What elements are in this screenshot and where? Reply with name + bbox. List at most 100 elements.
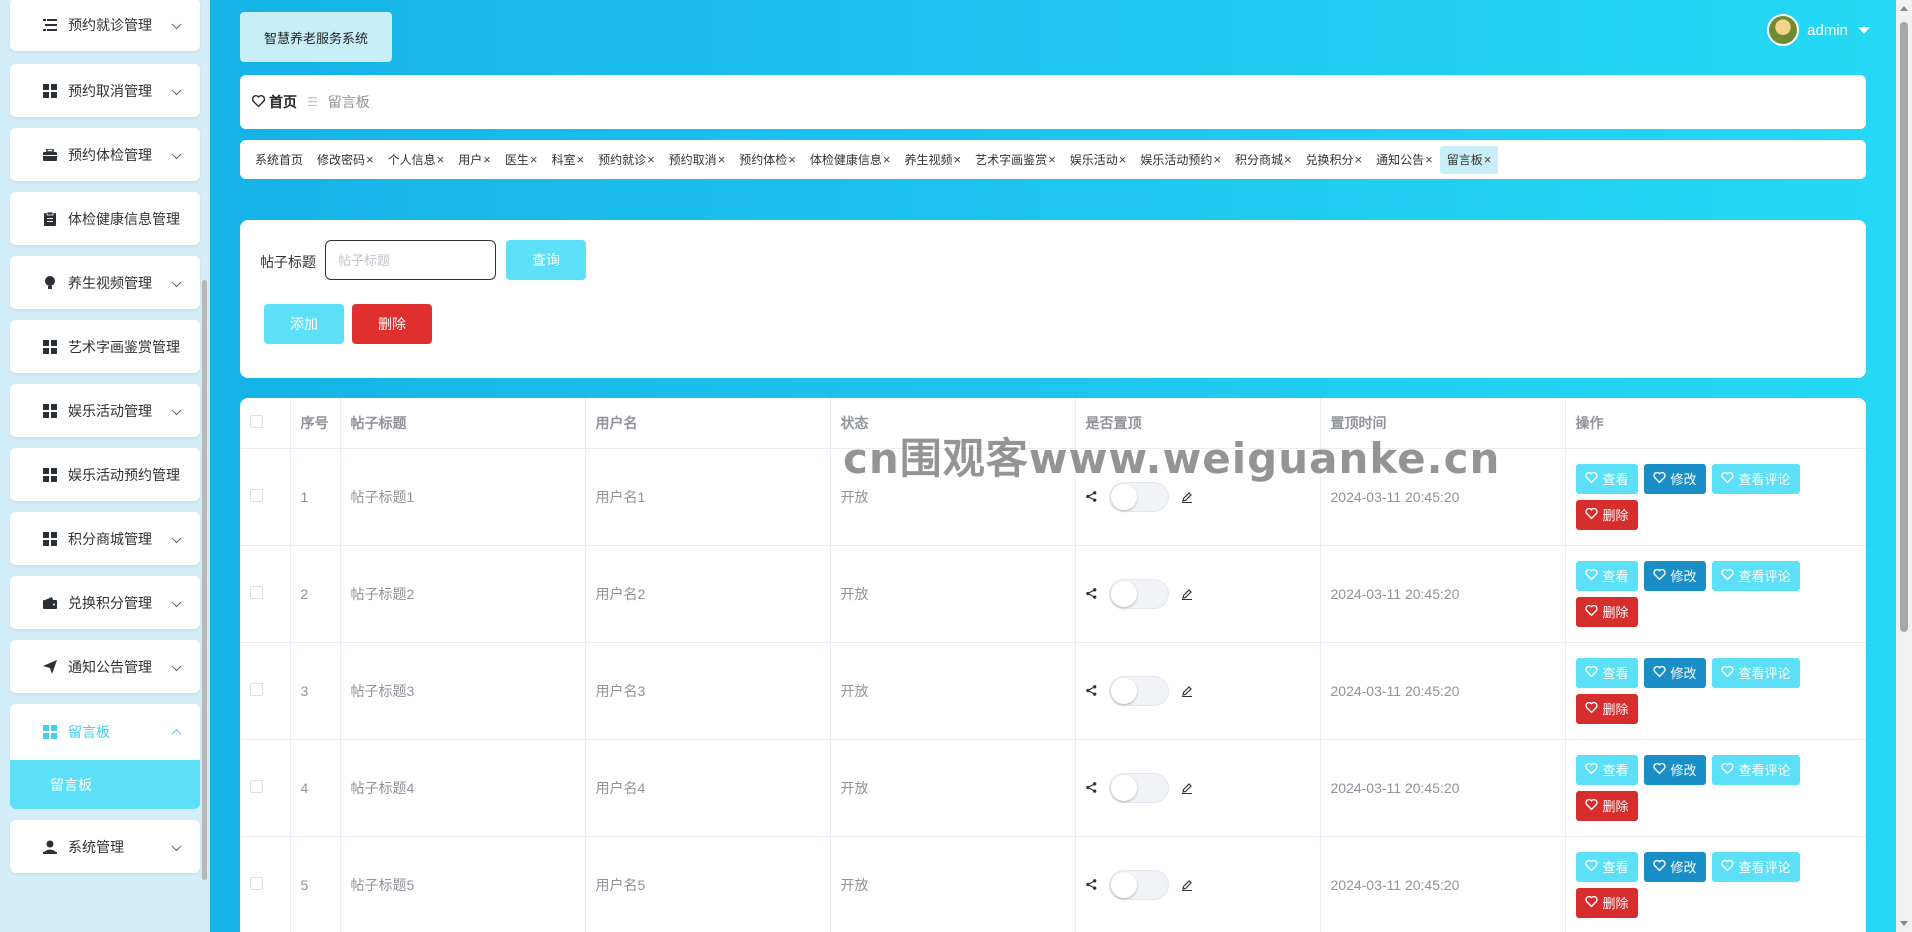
delete-button[interactable]: 删除	[1575, 887, 1638, 918]
delete-button[interactable]: 删除	[1575, 596, 1638, 627]
scroll-down-arrow-icon[interactable]	[1900, 921, 1908, 926]
sidebar-item-entertainment-booking[interactable]: 娱乐活动预约管理	[10, 448, 200, 501]
close-icon[interactable]: ×	[647, 152, 655, 167]
page-scrollbar[interactable]	[1896, 0, 1912, 932]
delete-button[interactable]: 删除	[1575, 790, 1638, 821]
tab-10[interactable]: 养生视频 ×	[898, 146, 969, 174]
tab-11[interactable]: 艺术字画鉴赏 ×	[968, 146, 1063, 174]
close-icon[interactable]: ×	[576, 152, 584, 167]
pin-toggle[interactable]	[1108, 675, 1169, 706]
tab-0[interactable]: 系统首页	[248, 146, 310, 174]
edit-pen-icon[interactable]	[1181, 782, 1193, 794]
sidebar-item-appointment[interactable]: 预约就诊管理	[10, 0, 200, 51]
close-icon[interactable]: ×	[1119, 152, 1127, 167]
view-comments-button[interactable]: 查看评论	[1711, 657, 1800, 688]
delete-button[interactable]: 删除	[1575, 693, 1638, 724]
query-button[interactable]: 查询	[506, 240, 586, 280]
batch-delete-button[interactable]: 删除	[352, 304, 432, 344]
view-button[interactable]: 查看	[1575, 560, 1638, 591]
pin-toggle[interactable]	[1108, 772, 1169, 803]
view-button[interactable]: 查看	[1575, 657, 1638, 688]
breadcrumb-home[interactable]: 首页	[251, 92, 297, 112]
tab-3[interactable]: 用户 ×	[451, 146, 498, 174]
tab-12[interactable]: 娱乐活动 ×	[1063, 146, 1134, 174]
tab-4[interactable]: 医生 ×	[498, 146, 545, 174]
row-checkbox[interactable]	[250, 488, 263, 502]
sidebar-item-entertainment[interactable]: 娱乐活动管理	[10, 384, 200, 437]
select-all-checkbox[interactable]	[250, 414, 263, 428]
pin-toggle[interactable]	[1108, 869, 1169, 900]
delete-button[interactable]: 删除	[1575, 499, 1638, 530]
close-icon[interactable]: ×	[1425, 152, 1433, 167]
close-icon[interactable]: ×	[718, 152, 726, 167]
edit-pen-icon[interactable]	[1181, 588, 1193, 600]
edit-button[interactable]: 修改	[1643, 560, 1706, 591]
tab-15[interactable]: 兑换积分 ×	[1299, 146, 1370, 174]
search-input[interactable]	[325, 240, 496, 280]
tab-5[interactable]: 科室 ×	[544, 146, 591, 174]
close-icon[interactable]: ×	[1284, 152, 1292, 167]
edit-button[interactable]: 修改	[1643, 657, 1706, 688]
tab-14[interactable]: 积分商城 ×	[1228, 146, 1299, 174]
sidebar-item-checkup[interactable]: 预约体检管理	[10, 128, 200, 181]
close-icon[interactable]: ×	[883, 152, 891, 167]
sidebar-item-system[interactable]: 系统管理	[10, 820, 200, 873]
sidebar-item-health-video[interactable]: 养生视频管理	[10, 256, 200, 309]
close-icon[interactable]: ×	[530, 152, 538, 167]
sidebar-item-redeem-points[interactable]: 兑换积分管理	[10, 576, 200, 629]
close-icon[interactable]: ×	[1355, 152, 1363, 167]
tab-13[interactable]: 娱乐活动预约 ×	[1133, 146, 1228, 174]
tab-2[interactable]: 个人信息 ×	[381, 146, 452, 174]
tab-6[interactable]: 预约就诊 ×	[591, 146, 662, 174]
view-button[interactable]: 查看	[1575, 754, 1638, 785]
close-icon[interactable]: ×	[366, 152, 374, 167]
edit-pen-icon[interactable]	[1181, 685, 1193, 697]
share-icon[interactable]	[1085, 879, 1097, 890]
edit-button[interactable]: 修改	[1643, 463, 1706, 494]
share-icon[interactable]	[1085, 782, 1097, 793]
row-checkbox[interactable]	[250, 779, 263, 793]
share-icon[interactable]	[1085, 491, 1097, 502]
view-button[interactable]: 查看	[1575, 463, 1638, 494]
pin-toggle[interactable]	[1108, 481, 1169, 512]
sidebar-item-points-mall[interactable]: 积分商城管理	[10, 512, 200, 565]
edit-pen-icon[interactable]	[1181, 491, 1193, 503]
sidebar-item-notice[interactable]: 通知公告管理	[10, 640, 200, 693]
close-icon[interactable]: ×	[788, 152, 796, 167]
share-icon[interactable]	[1085, 685, 1097, 696]
pin-toggle[interactable]	[1108, 578, 1169, 609]
view-comments-button[interactable]: 查看评论	[1711, 463, 1800, 494]
tab-9[interactable]: 体检健康信息 ×	[803, 146, 898, 174]
row-checkbox[interactable]	[250, 876, 263, 890]
add-button[interactable]: 添加	[264, 304, 344, 344]
close-icon[interactable]: ×	[954, 152, 962, 167]
row-checkbox[interactable]	[250, 682, 263, 696]
user-menu[interactable]: admin	[1767, 14, 1870, 46]
edit-button[interactable]: 修改	[1643, 851, 1706, 882]
sidebar-item-health-info[interactable]: 体检健康信息管理	[10, 192, 200, 245]
share-icon[interactable]	[1085, 588, 1097, 599]
view-button[interactable]: 查看	[1575, 851, 1638, 882]
scrollbar-thumb[interactable]	[1900, 22, 1908, 632]
sidebar-subitem-message-board[interactable]: 留言板	[10, 760, 200, 809]
view-comments-button[interactable]: 查看评论	[1711, 754, 1800, 785]
tab-1[interactable]: 修改密码 ×	[310, 146, 381, 174]
edit-button[interactable]: 修改	[1643, 754, 1706, 785]
close-icon[interactable]: ×	[437, 152, 445, 167]
close-icon[interactable]: ×	[1048, 152, 1056, 167]
tab-8[interactable]: 预约体检 ×	[732, 146, 803, 174]
close-icon[interactable]: ×	[1213, 152, 1221, 167]
view-comments-button[interactable]: 查看评论	[1711, 851, 1800, 882]
scroll-up-arrow-icon[interactable]	[1900, 6, 1908, 11]
close-icon[interactable]: ×	[483, 152, 491, 167]
edit-pen-icon[interactable]	[1181, 879, 1193, 891]
close-icon[interactable]: ×	[1484, 152, 1492, 167]
tab-16[interactable]: 通知公告 ×	[1369, 146, 1440, 174]
sidebar-item-message-board[interactable]: 留言板	[10, 704, 200, 760]
sidebar-item-cancel[interactable]: 预约取消管理	[10, 64, 200, 117]
sidebar-item-art[interactable]: 艺术字画鉴赏管理	[10, 320, 200, 373]
sidebar-scrollbar[interactable]	[202, 280, 207, 880]
tab-7[interactable]: 预约取消 ×	[662, 146, 733, 174]
row-checkbox[interactable]	[250, 585, 263, 599]
view-comments-button[interactable]: 查看评论	[1711, 560, 1800, 591]
